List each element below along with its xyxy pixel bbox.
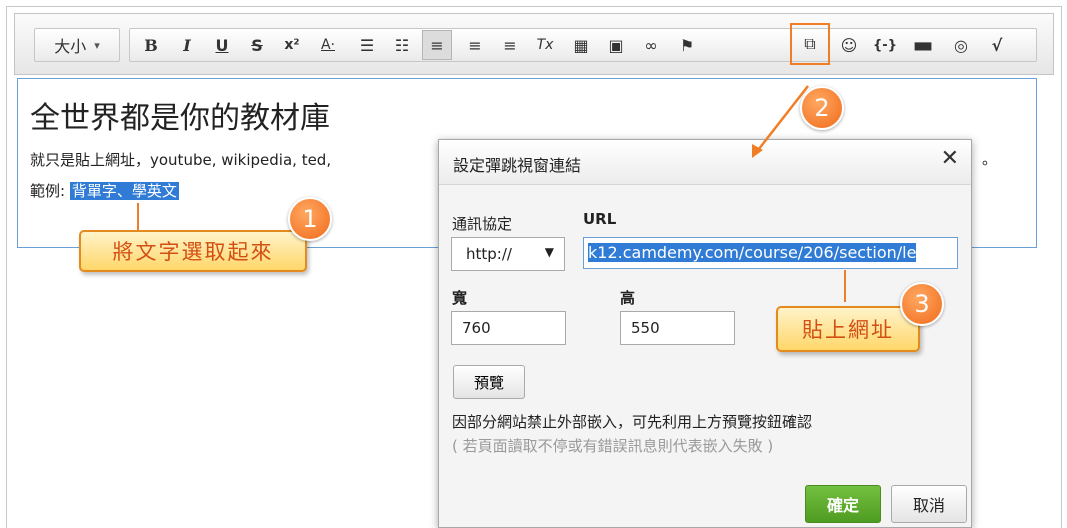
step3-badge: 3 — [900, 282, 944, 326]
step1-badge: 1 — [288, 197, 332, 241]
step2-arrow-line — [754, 85, 809, 155]
step3-callout: 貼上網址 — [776, 306, 920, 352]
step1-callout: 將文字選取起來 — [79, 230, 307, 272]
step2-badge: 2 — [800, 86, 844, 130]
